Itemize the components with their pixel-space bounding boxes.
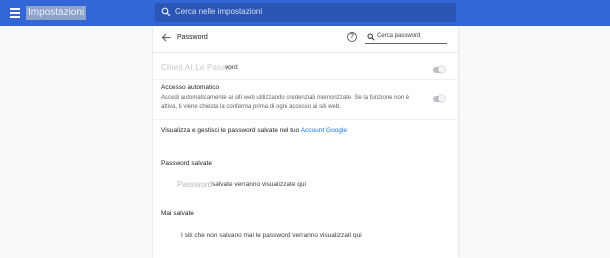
help-icon[interactable]: ? — [347, 32, 357, 42]
page-title: Password — [177, 34, 208, 41]
row-divider — [153, 79, 458, 80]
never-saved-empty-message: I siti che non salvano mai le password v… — [181, 232, 362, 239]
app-title: Impostazioni — [26, 6, 87, 20]
header-divider — [153, 52, 458, 53]
top-app-bar: Impostazioni Cerca nelle impostazioni — [0, 0, 610, 26]
offer-to-save-row: Chied At Le Passin vord — [161, 63, 451, 75]
never-saved-heading: Mai salvate — [161, 210, 194, 217]
manage-passwords-text: Visualizza e gestisci le password salvat… — [161, 127, 300, 134]
password-search-input[interactable]: Cerca password — [365, 32, 447, 44]
password-settings-card: Password ? Cerca password Chied At Le Pa… — [153, 26, 458, 258]
auto-signin-description: Accedi automaticamente ai siti web utili… — [161, 95, 410, 110]
offer-to-save-label-blurred: Chied At Le Passin — [161, 63, 233, 72]
saved-empty-blurred-word: Password — [177, 180, 213, 189]
manage-passwords-line: Visualizza e gestisci le password salvat… — [161, 127, 347, 134]
google-account-link[interactable]: Account Google — [301, 127, 347, 134]
auto-signin-toggle[interactable] — [433, 94, 445, 102]
offer-to-save-toggle[interactable] — [433, 65, 445, 73]
offer-to-save-label-suffix: vord — [225, 64, 238, 71]
settings-search-input[interactable]: Cerca nelle impostazioni — [155, 3, 456, 22]
auto-signin-title: Accesso automatico — [161, 84, 220, 91]
search-icon — [161, 7, 171, 17]
row-divider — [153, 119, 458, 120]
search-icon — [367, 33, 375, 41]
settings-search-placeholder: Cerca nelle impostazioni — [175, 7, 263, 16]
password-search-placeholder: Cerca password — [377, 33, 421, 39]
back-arrow-icon[interactable] — [161, 33, 171, 42]
menu-icon[interactable] — [10, 8, 20, 18]
saved-empty-text: salvate verranno visualizzate qui — [212, 181, 306, 188]
saved-passwords-heading: Password salvate — [161, 160, 212, 167]
